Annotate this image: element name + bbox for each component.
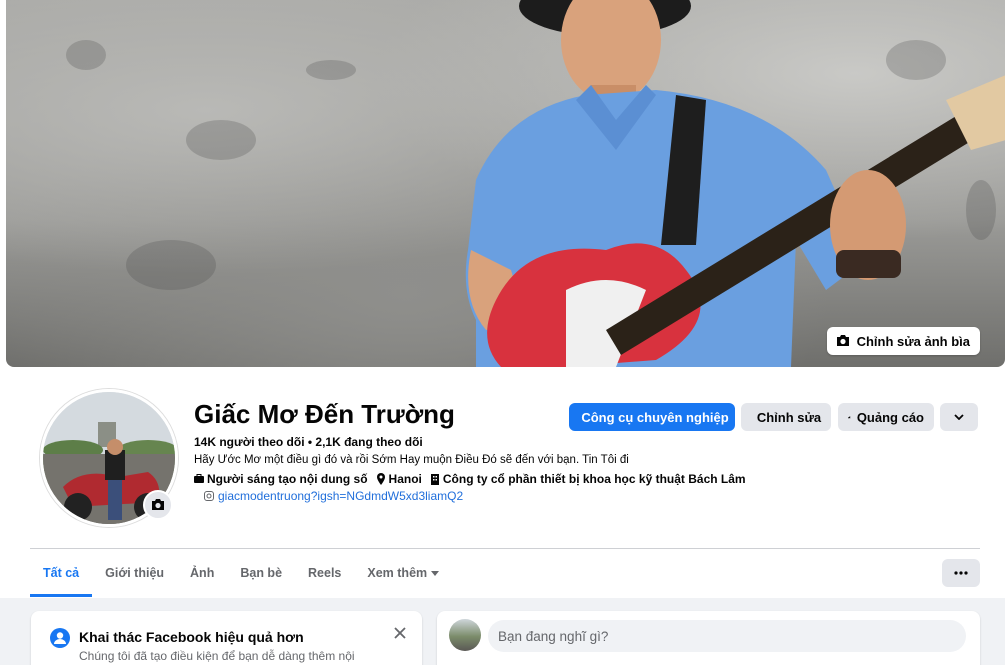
tabs-more-button[interactable] bbox=[942, 559, 980, 587]
professional-tools-button[interactable]: Công cụ chuyên nghiệp bbox=[569, 403, 735, 431]
profile-more-button[interactable] bbox=[940, 403, 978, 431]
tab-about-label: Giới thiệu bbox=[105, 566, 165, 580]
category-label: Người sáng tạo nội dung số bbox=[207, 472, 368, 486]
edit-profile-button[interactable]: Chỉnh sửa bbox=[741, 403, 831, 431]
tab-photos[interactable]: Ảnh bbox=[177, 549, 227, 597]
tab-all-label: Tất cả bbox=[43, 566, 80, 580]
megaphone-icon bbox=[848, 415, 851, 419]
location-label: Hanoi bbox=[388, 472, 422, 486]
camera-icon bbox=[836, 335, 849, 346]
edit-cover-button[interactable]: Chỉnh sửa ảnh bìa bbox=[826, 327, 980, 355]
tip-card: Khai thác Facebook hiệu quả hơn Chúng tô… bbox=[31, 611, 422, 665]
instagram-link-text[interactable]: giacmodentruong?igsh=NGdmdW5xd3liamQ2 bbox=[218, 489, 463, 503]
professional-tools-label: Công cụ chuyên nghiệp bbox=[581, 409, 729, 425]
ads-button[interactable]: Quảng cáo bbox=[838, 403, 934, 431]
workplace-item[interactable]: Công ty cổ phần thiết bị khoa học kỹ thu… bbox=[430, 472, 746, 486]
category-item: Người sáng tạo nội dung số bbox=[194, 472, 368, 486]
chevron-down-icon bbox=[954, 414, 964, 420]
avatar-camera-button[interactable] bbox=[143, 490, 173, 520]
tab-photos-label: Ảnh bbox=[190, 566, 215, 580]
tab-friends[interactable]: Bạn bè bbox=[227, 549, 295, 597]
tab-reels[interactable]: Reels bbox=[295, 549, 354, 597]
close-icon[interactable] bbox=[392, 625, 408, 641]
cover-photo[interactable]: Chỉnh sửa ảnh bìa bbox=[6, 0, 1005, 367]
info-user-icon bbox=[50, 628, 70, 648]
building-icon bbox=[430, 474, 439, 485]
tab-about[interactable]: Giới thiệu bbox=[92, 549, 177, 597]
camera-icon bbox=[152, 499, 164, 510]
more-icon bbox=[954, 571, 968, 575]
edit-cover-label: Chỉnh sửa ảnh bìa bbox=[856, 333, 970, 349]
tip-title: Khai thác Facebook hiệu quả hơn bbox=[79, 629, 304, 645]
cover-person-image bbox=[465, 0, 1005, 367]
tab-more[interactable]: Xem thêm bbox=[354, 549, 452, 597]
post-composer: Bạn đang nghĩ gì? bbox=[437, 611, 980, 665]
instagram-link[interactable]: giacmodentruong?igsh=NGdmdW5xd3liamQ2 bbox=[204, 489, 463, 503]
workplace-label: Công ty cổ phần thiết bị khoa học kỹ thu… bbox=[442, 472, 746, 486]
tab-friends-label: Bạn bè bbox=[240, 566, 283, 580]
profile-name: Giấc Mơ Đến Trường bbox=[194, 399, 455, 429]
briefcase-icon bbox=[194, 474, 204, 483]
edit-profile-label: Chỉnh sửa bbox=[756, 409, 822, 425]
composer-placeholder: Bạn đang nghĩ gì? bbox=[498, 628, 609, 644]
follower-counts[interactable]: 14K người theo dõi • 2,1K đang theo dõi bbox=[194, 435, 423, 449]
tab-more-label: Xem thêm bbox=[367, 566, 428, 580]
composer-input[interactable]: Bạn đang nghĩ gì? bbox=[488, 620, 966, 652]
ads-label: Quảng cáo bbox=[856, 409, 924, 425]
tip-text: Chúng tôi đã tạo điều kiện để bạn dễ dàn… bbox=[79, 649, 355, 663]
location-pin-icon bbox=[376, 473, 385, 485]
tab-all[interactable]: Tất cả bbox=[30, 549, 93, 597]
tab-reels-label: Reels bbox=[308, 566, 342, 580]
instagram-icon bbox=[204, 491, 214, 501]
composer-avatar[interactable] bbox=[449, 619, 481, 651]
profile-bio: Hãy Ước Mơ một điều gì đó và rồi Sớm Hay… bbox=[194, 454, 629, 466]
profile-details: Người sáng tạo nội dung số Hanoi Công ty… bbox=[194, 472, 746, 486]
caret-down-icon bbox=[431, 570, 440, 576]
profile-tabs: Tất cả Giới thiệu Ảnh Bạn bè Reels Xem t… bbox=[30, 549, 452, 597]
location-item: Hanoi bbox=[376, 472, 422, 486]
